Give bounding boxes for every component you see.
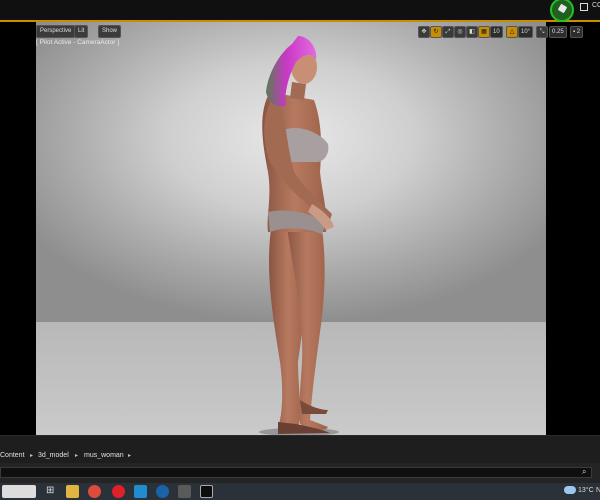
- top: [284, 127, 329, 162]
- rotation-snap-icon[interactable]: △: [506, 26, 518, 38]
- search-icon[interactable]: ⌕: [582, 467, 592, 477]
- rotation-snap-value[interactable]: 10°: [518, 26, 534, 38]
- viewport-scene[interactable]: Perspective Lit Show [ Pilot Active - Ca…: [36, 22, 548, 435]
- level-viewport[interactable]: Perspective Lit Show [ Pilot Active - Ca…: [0, 22, 600, 435]
- ccleaner-icon[interactable]: [156, 485, 169, 498]
- scale-snap-icon[interactable]: ⤡: [536, 26, 548, 38]
- grid-snap-icon[interactable]: ▦: [478, 26, 490, 38]
- breadcrumb-3d-model[interactable]: 3d_model: [38, 452, 69, 459]
- translate-icon[interactable]: ✥: [418, 26, 430, 38]
- character-model[interactable]: [36, 22, 546, 435]
- taskbar-extra: N: [596, 487, 600, 494]
- pilot-status: [ Pilot Active - CameraActor ]: [36, 39, 120, 46]
- show-button[interactable]: Show: [98, 25, 122, 38]
- malwarebytes-icon[interactable]: [134, 485, 147, 498]
- topbar-label: CC: [592, 2, 600, 9]
- file-explorer-icon[interactable]: [66, 485, 79, 498]
- breadcrumb-content[interactable]: Content: [0, 452, 25, 459]
- weather-icon: [564, 486, 576, 494]
- breadcrumb-mus-woman[interactable]: mus_woman: [84, 452, 124, 459]
- neck: [290, 82, 306, 100]
- notes-icon[interactable]: [178, 485, 191, 498]
- search-bar[interactable]: [2, 485, 36, 498]
- scale-snap-value[interactable]: 0.25: [549, 26, 567, 38]
- perspective-button[interactable]: Perspective: [36, 25, 76, 38]
- task-view-icon[interactable]: ⊞: [46, 485, 59, 498]
- camera-speed[interactable]: ▪ 2: [570, 26, 584, 38]
- rotate-icon[interactable]: ↻: [430, 26, 442, 38]
- breadcrumb-separator-icon: ▸: [75, 453, 79, 459]
- chrome-icon[interactable]: [88, 485, 101, 498]
- temperature: 13°C: [578, 487, 594, 494]
- grid-icon[interactable]: [580, 3, 588, 11]
- lit-button[interactable]: Lit: [74, 25, 89, 38]
- opera-icon[interactable]: [112, 485, 125, 498]
- source-control-icon[interactable]: [550, 0, 574, 22]
- scale-icon[interactable]: ⤢: [442, 26, 454, 38]
- content-browser-bar: [0, 435, 600, 464]
- breadcrumb-separator-icon: ▸: [128, 453, 132, 459]
- surface-snap-icon[interactable]: ◧: [466, 26, 478, 38]
- breadcrumb-separator-icon: ▸: [30, 453, 34, 459]
- unreal-engine-icon[interactable]: [200, 485, 213, 498]
- top-bar: CC: [0, 0, 600, 22]
- search-input[interactable]: [0, 467, 592, 478]
- world-icon[interactable]: ◎: [454, 26, 466, 38]
- grid-snap-value[interactable]: 10: [490, 26, 503, 38]
